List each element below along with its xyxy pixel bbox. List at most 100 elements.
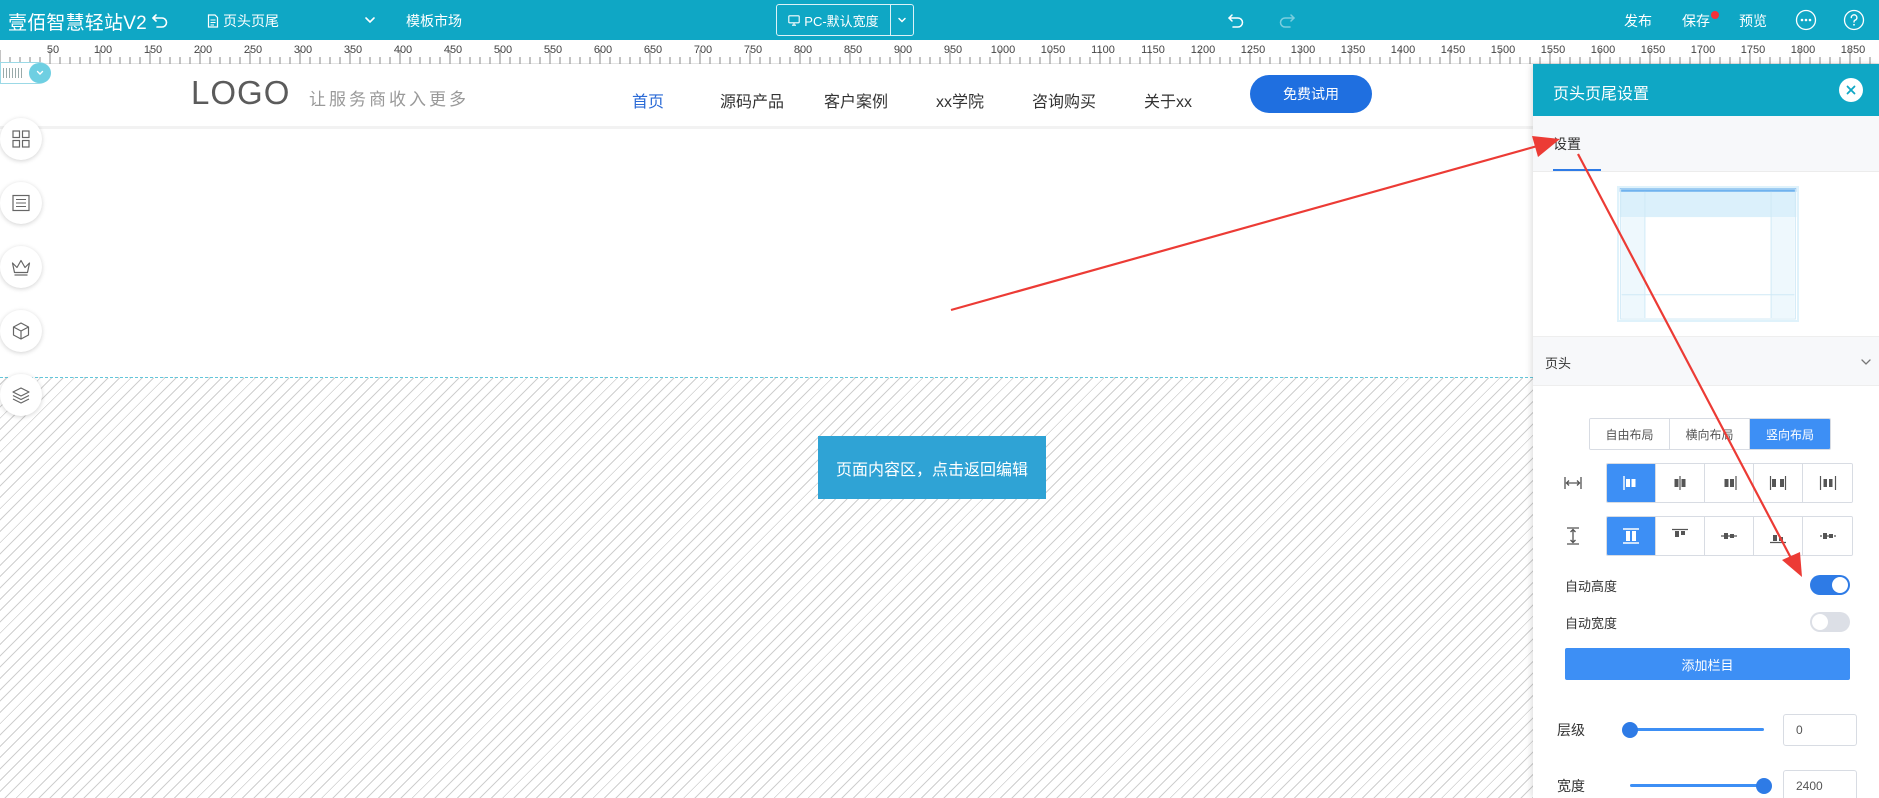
ruler-label: 1350: [1340, 44, 1366, 56]
editor-canvas[interactable]: LOGO 让服务商收入更多 首页 源码产品 客户案例 xx学院 咨询购买 关于x…: [0, 64, 1533, 798]
ruler-label: 450: [443, 44, 463, 56]
width-slider[interactable]: [1630, 784, 1764, 787]
layout-free[interactable]: 自由布局: [1590, 419, 1670, 449]
ruler-label: 1850: [1840, 44, 1866, 56]
device-mode-switch: PC-默认宽度: [776, 4, 914, 36]
more-icon[interactable]: [1795, 9, 1817, 31]
layers-tool[interactable]: [0, 374, 42, 416]
auto-width-toggle[interactable]: [1810, 612, 1850, 632]
ruler-label: 250: [243, 44, 263, 56]
page-selector-label: 页头页尾: [223, 13, 279, 29]
z-index-input[interactable]: 0: [1783, 714, 1857, 746]
chevron-down-icon: [898, 17, 906, 23]
site-logo[interactable]: LOGO: [191, 74, 290, 112]
help-icon[interactable]: [1843, 9, 1865, 31]
drag-handle[interactable]: [3, 68, 23, 78]
device-mode-dropdown[interactable]: [891, 5, 913, 35]
nav-item-about[interactable]: 关于xx: [1144, 88, 1192, 112]
site-header-preview[interactable]: LOGO 让服务商收入更多 首页 源码产品 客户案例 xx学院 咨询购买 关于x…: [0, 64, 1533, 128]
nav-item-home[interactable]: 首页: [632, 88, 664, 112]
align-middle-button[interactable]: [1705, 517, 1754, 555]
cube-icon: [12, 322, 30, 340]
nav-item-purchase[interactable]: 咨询购买: [1032, 88, 1096, 112]
components-tool[interactable]: [0, 118, 42, 160]
align-right-button[interactable]: [1705, 464, 1754, 502]
tool-collapse-tab[interactable]: [0, 62, 51, 84]
ruler-label: 300: [293, 44, 313, 56]
align-top-button[interactable]: [1656, 517, 1705, 555]
device-mode-button[interactable]: PC-默认宽度: [777, 5, 891, 35]
auto-height-toggle[interactable]: [1810, 575, 1850, 595]
page-content-placeholder[interactable]: [0, 377, 1533, 798]
ruler-label: 1550: [1540, 44, 1566, 56]
align-left-button[interactable]: [1607, 464, 1656, 502]
brand-title: 壹佰智慧轻站V2: [8, 13, 147, 34]
unsaved-indicator: [1711, 11, 1719, 19]
pages-tool[interactable]: [0, 182, 42, 224]
grid-icon: [12, 130, 30, 148]
ruler-label: 1150: [1141, 44, 1165, 56]
device-mode-label: PC-默认宽度: [804, 13, 879, 29]
nav-item-cases[interactable]: 客户案例: [824, 88, 888, 112]
preview-button[interactable]: 预览: [1739, 11, 1767, 31]
return-to-content-button[interactable]: 页面内容区，点击返回编辑: [818, 436, 1046, 499]
publish-button[interactable]: 发布: [1624, 11, 1652, 31]
premium-tool[interactable]: [0, 246, 42, 288]
ruler-label: 1200: [1190, 44, 1216, 56]
chevron-down-icon[interactable]: [29, 63, 51, 83]
ruler-label: 350: [343, 44, 363, 56]
align-space-around-button[interactable]: [1803, 464, 1852, 502]
ruler-label: 50: [46, 44, 60, 56]
align-center-button[interactable]: [1656, 464, 1705, 502]
undo-icon[interactable]: [150, 10, 170, 30]
vertical-align-group: [1606, 516, 1853, 556]
panel-header: 页头页尾设置: [1533, 64, 1879, 116]
ruler-label: 1100: [1091, 44, 1115, 56]
ruler-label: 950: [943, 44, 963, 56]
ruler-label: 650: [643, 44, 663, 56]
monitor-icon: [788, 14, 801, 26]
list-icon: [12, 194, 30, 212]
ruler-label: 550: [543, 44, 563, 56]
align-bottom-button[interactable]: [1754, 517, 1803, 555]
horizontal-ruler: 50 100 150 200 250 300 350 400 450 500 550 600 650 70…: [0, 40, 1879, 64]
vertical-align-icon: [1567, 527, 1579, 545]
header-section-toggle[interactable]: 页头: [1533, 336, 1879, 386]
chevron-down-icon[interactable]: [362, 12, 378, 28]
width-input[interactable]: 2400: [1783, 770, 1857, 798]
template-market-link[interactable]: 模板市场: [406, 11, 462, 31]
ruler-label: 700: [693, 44, 713, 56]
z-index-slider[interactable]: [1630, 728, 1764, 731]
document-icon: [207, 14, 219, 28]
ruler-label: 1650: [1640, 44, 1666, 56]
layout-vertical[interactable]: 竖向布局: [1750, 419, 1830, 449]
site-slogan[interactable]: 让服务商收入更多: [309, 85, 469, 110]
tab-settings[interactable]: 设置: [1553, 134, 1581, 154]
layout-horizontal[interactable]: 横向布局: [1670, 419, 1750, 449]
redo-icon[interactable]: [1276, 10, 1298, 30]
page-selector[interactable]: 页头页尾: [207, 11, 279, 31]
close-icon[interactable]: [1839, 78, 1863, 102]
ruler-label: 750: [743, 44, 763, 56]
undo-icon[interactable]: [1225, 10, 1247, 30]
save-button[interactable]: 保存: [1682, 11, 1710, 31]
layout-thumbnail[interactable]: [1617, 186, 1799, 322]
align-baseline-button[interactable]: [1803, 517, 1852, 555]
align-stretch-button[interactable]: [1607, 517, 1656, 555]
toggle-knob: [1832, 577, 1848, 593]
align-space-between-button[interactable]: [1754, 464, 1803, 502]
auto-height-label: 自动高度: [1565, 579, 1618, 594]
nav-item-academy[interactable]: xx学院: [936, 88, 984, 112]
z-index-slider-handle[interactable]: [1622, 722, 1638, 738]
ruler-label: 150: [143, 44, 163, 56]
header-footer-settings-panel: 页头页尾设置 设置 页头 自由布局 横向布局 竖向布局 自动高度 自动宽度 添加…: [1533, 64, 1879, 798]
top-toolbar: 壹佰智慧轻站V2 页头页尾 模板市场 PC-默认宽度 发布 保存 预览: [0, 0, 1879, 40]
add-column-button[interactable]: 添加栏目: [1565, 648, 1850, 680]
free-trial-button[interactable]: 免费试用: [1250, 75, 1372, 113]
nav-item-products[interactable]: 源码产品: [720, 88, 784, 112]
ruler-label: 1050: [1040, 44, 1066, 56]
horizontal-align-group: [1606, 463, 1853, 503]
ruler-label: 1800: [1790, 44, 1816, 56]
width-slider-handle[interactable]: [1756, 778, 1772, 794]
modules-tool[interactable]: [0, 310, 42, 352]
